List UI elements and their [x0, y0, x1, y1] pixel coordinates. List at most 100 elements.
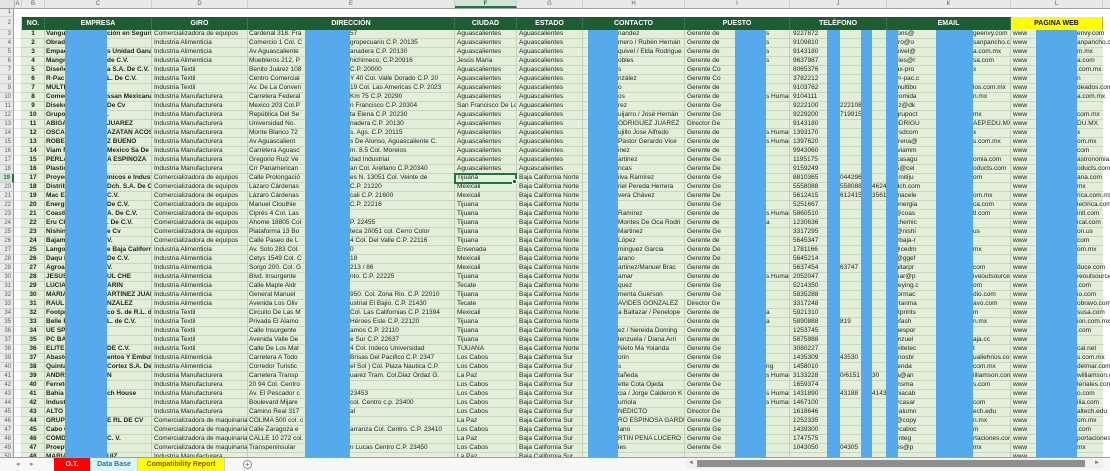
cell-estado[interactable]: Baja California Norte	[517, 201, 583, 210]
cell-giro[interactable]: Industria Alimenticia	[152, 39, 248, 48]
cell-no[interactable]: 1	[22, 30, 45, 39]
cell-direccion[interactable]: Sorgo 200. Col. G213 / 86	[248, 264, 455, 273]
cell-direccion[interactable]: Calle Paseo de L4 Col. Del Valle C.P. 22…	[248, 237, 455, 246]
cell-direccion[interactable]: Calle Maple Aldr	[248, 282, 455, 291]
row-number[interactable]: 7	[0, 66, 14, 75]
cell-no[interactable]: 47	[22, 444, 45, 453]
cell-ciudad[interactable]: Aguascalientes	[455, 147, 517, 156]
cell-giro[interactable]: Industria Manufacturera	[152, 120, 248, 129]
cell-a[interactable]	[14, 309, 22, 318]
row-number[interactable]: 11	[0, 102, 14, 111]
cell-direccion[interactable]: Lázaro CárdenasC.P. 21220	[248, 183, 455, 192]
cell-no[interactable]: 25	[22, 246, 45, 255]
cell-giro[interactable]: Comercializadora de maquinaria	[152, 435, 248, 444]
cell-direccion[interactable]: Av Aguascalienteanadera C.P. 20130	[248, 48, 455, 57]
select-all-corner[interactable]	[0, 0, 15, 9]
horizontal-scrollbar[interactable]: ◄ ►	[686, 459, 1103, 468]
row-number[interactable]: 14	[0, 129, 14, 138]
cell-estado[interactable]: Aguascalientes	[517, 165, 583, 174]
cell-ciudad[interactable]: Aguascalientes	[455, 75, 517, 84]
scroll-right-icon[interactable]: ►	[1094, 460, 1100, 467]
row-number[interactable]: 22	[0, 201, 14, 210]
cell-estado[interactable]: Aguascalientes	[517, 129, 583, 138]
cell-a[interactable]	[14, 408, 22, 417]
cell-estado[interactable]: Baja California Norte	[517, 246, 583, 255]
cell-ciudad[interactable]: Aguascalientes	[455, 48, 517, 57]
row-number[interactable]: 5	[0, 48, 14, 57]
cell-a[interactable]	[14, 246, 22, 255]
cell-ciudad[interactable]: Tijuana	[455, 318, 517, 327]
cell-a[interactable]	[14, 327, 22, 336]
cell-estado[interactable]: Baja California Sur	[517, 426, 583, 435]
cell-no[interactable]: 3	[22, 48, 45, 57]
cell-direccion[interactable]: Av. El Pescador c23453	[248, 390, 455, 399]
cell-estado[interactable]: Baja California Sur	[517, 381, 583, 390]
cell-ciudad[interactable]: Tijuana	[455, 228, 517, 237]
cell-giro[interactable]: Industria Manufacturera	[152, 390, 248, 399]
cell-giro[interactable]: Industria Alimenticia	[152, 273, 248, 282]
cell-no[interactable]: 38	[22, 363, 45, 372]
cell-giro[interactable]: Industria Textil	[152, 84, 248, 93]
cell-no[interactable]: 17	[22, 174, 45, 183]
row-number[interactable]: 23	[0, 210, 14, 219]
cell-ciudad[interactable]: La Paz	[455, 435, 517, 444]
cell-ciudad[interactable]: Aguascalientes	[455, 120, 517, 129]
cell-no[interactable]: 15	[22, 156, 45, 165]
cell-estado[interactable]: Aguascalientes	[517, 138, 583, 147]
row-number[interactable]: 2	[0, 17, 14, 30]
cell-giro[interactable]: Comercializadora de equipos	[152, 228, 248, 237]
cell-no[interactable]: 28	[22, 273, 45, 282]
cell-a[interactable]	[14, 237, 22, 246]
cell-giro[interactable]: Comercializadora de equipos	[152, 183, 248, 192]
row-number[interactable]: 28	[0, 255, 14, 264]
cell-no[interactable]: 13	[22, 138, 45, 147]
cell-direccion[interactable]: Cardenal 318. Fra57	[248, 30, 455, 39]
cell-a[interactable]	[14, 156, 22, 165]
cell-ciudad[interactable]: Tijuana	[455, 336, 517, 345]
cell-a[interactable]	[14, 444, 22, 453]
row-number[interactable]: 9	[0, 84, 14, 93]
cell-direccion[interactable]: Camino Real 317al	[248, 408, 455, 417]
column-letter[interactable]: G	[517, 0, 583, 8]
cell-direccion[interactable]: Av Aguascalients De Alonso, Aguascalient…	[248, 138, 455, 147]
cell-a[interactable]	[14, 372, 22, 381]
cell-direccion[interactable]: Crr Panamericanan Col. Arellano C.P.2034…	[248, 165, 455, 174]
cell-giro[interactable]: Comercializadora de equipos	[152, 201, 248, 210]
column-letter[interactable]: E	[248, 0, 455, 8]
cell-estado[interactable]: Baja California Sur	[517, 390, 583, 399]
cell-estado[interactable]: Baja California Norte	[517, 183, 583, 192]
cell-a[interactable]	[14, 48, 22, 57]
cell-estado[interactable]: Baja California Norte	[517, 282, 583, 291]
cell-estado[interactable]: Aguascalientes	[517, 120, 583, 129]
header-estado[interactable]: ESTADO	[517, 17, 583, 30]
column-letter[interactable]: H	[583, 0, 685, 8]
cell-no[interactable]: 29	[22, 282, 45, 291]
cell-a[interactable]	[14, 192, 22, 201]
cell-giro[interactable]: Industria Manufacturera	[152, 93, 248, 102]
cell-giro[interactable]: Comercializadora de equipos	[152, 192, 248, 201]
cell-giro[interactable]: Industria Textil	[152, 327, 248, 336]
cell-a[interactable]	[14, 102, 22, 111]
cell-direccion[interactable]: Circuito De Las MCol. Las Californias C.…	[248, 309, 455, 318]
cell-a[interactable]	[14, 138, 22, 147]
scroll-left-icon[interactable]: ◄	[688, 460, 694, 467]
cell-direccion[interactable]: CALLE 10 272 col.	[248, 435, 455, 444]
cell-a[interactable]	[14, 381, 22, 390]
cell-no[interactable]: 40	[22, 381, 45, 390]
cell-direccion[interactable]: Boulevard Mijarecol. Centro c.p. 23400	[248, 399, 455, 408]
cell-no[interactable]: 35	[22, 336, 45, 345]
cell-no[interactable]: 5	[22, 66, 45, 75]
row-number[interactable]: 16	[0, 147, 14, 156]
cell-estado[interactable]: Aguascalientes	[517, 93, 583, 102]
column-letter[interactable]: I	[685, 0, 790, 8]
row-number[interactable]: 4	[0, 39, 14, 48]
cell-ciudad[interactable]: Tecate	[455, 282, 517, 291]
cell-ciudad[interactable]: Aguascalientes	[455, 30, 517, 39]
tab-compatibility-report[interactable]: Compatibility Report	[138, 458, 225, 471]
row-number[interactable]: 36	[0, 327, 14, 336]
header-giro[interactable]: GIRO	[152, 17, 248, 30]
cell-a[interactable]	[14, 318, 22, 327]
cell-giro[interactable]: Comercializadora de equipos	[152, 30, 248, 39]
cell-a[interactable]	[14, 282, 22, 291]
column-letter[interactable]: C	[45, 0, 152, 8]
